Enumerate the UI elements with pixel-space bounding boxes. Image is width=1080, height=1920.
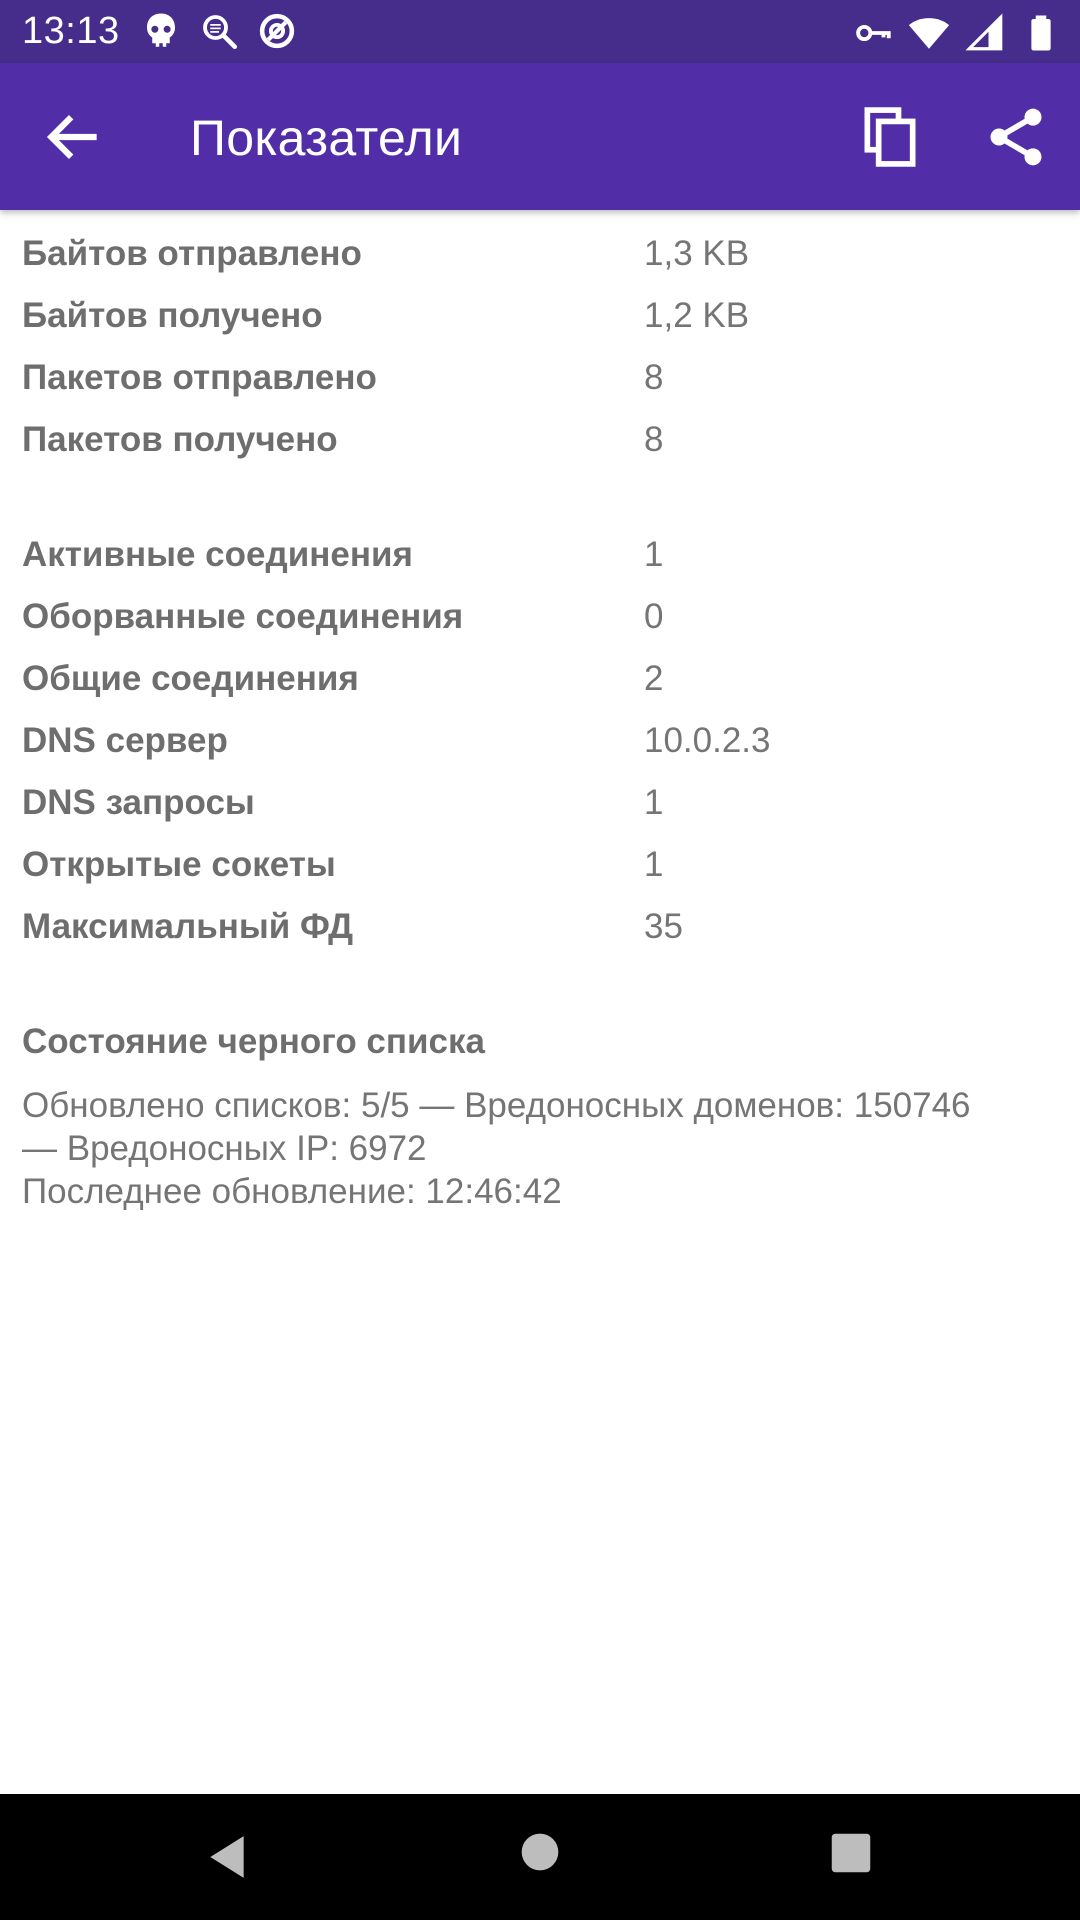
stat-value: 1 [644, 783, 664, 822]
stat-value: 1,2 KB [644, 296, 750, 335]
stat-label: Максимальный ФД [22, 907, 354, 946]
nav-home-icon[interactable] [520, 1832, 560, 1872]
status-notification-icons [140, 10, 298, 52]
stat-value: 1 [644, 845, 664, 884]
stat-row: Байтов отправлено 1,3 KB [22, 234, 1058, 296]
stat-value: 10.0.2.3 [644, 721, 771, 760]
stat-value: 1,3 KB [644, 234, 750, 273]
stat-value: 8 [644, 420, 664, 459]
stat-value: 0 [644, 597, 664, 636]
traffic-stats: Байтов отправлено 1,3 KB Байтов получено… [22, 234, 1058, 482]
stat-value: 35 [644, 907, 683, 946]
block-icon [259, 13, 295, 49]
stat-value: 2 [644, 659, 664, 698]
blacklist-line: — Вредоносных IP: 6972 [22, 1129, 427, 1168]
connection-stats: Активные соединения 1 Оборванные соедине… [22, 535, 1058, 969]
stat-label: Активные соединения [22, 535, 413, 574]
stats-content: Байтов отправлено 1,3 KB Байтов получено… [22, 234, 1058, 1213]
stat-value: 8 [644, 358, 664, 397]
nav-recents-icon[interactable] [830, 1832, 872, 1874]
stat-row: Общие соединения 2 [22, 659, 1058, 721]
stat-row: Пакетов отправлено 8 [22, 358, 1058, 420]
search-lens-icon [203, 15, 238, 50]
stat-row: Активные соединения 1 [22, 535, 1058, 597]
copy-icon[interactable] [856, 103, 924, 171]
app-bar: Показатели [0, 63, 1080, 210]
stat-row: Пакетов получено 8 [22, 420, 1058, 482]
stat-row: DNS сервер 10.0.2.3 [22, 721, 1058, 783]
stat-row: Оборванные соединения 0 [22, 597, 1058, 659]
stat-row: DNS запросы 1 [22, 783, 1058, 845]
skull-icon [147, 13, 175, 47]
navigation-bar [0, 1794, 1080, 1920]
stat-label: Общие соединения [22, 659, 359, 698]
stat-value: 1 [644, 535, 664, 574]
blacklist-last-update: Последнее обновление: 12:46:42 [22, 1172, 562, 1211]
stat-label: DNS сервер [22, 721, 228, 760]
page-title: Показатели [190, 110, 463, 166]
stat-row: Максимальный ФД 35 [22, 907, 1058, 969]
nav-back-icon[interactable] [202, 1832, 252, 1882]
blacklist-title: Состояние черного списка [22, 1022, 485, 1061]
stat-label: Пакетов получено [22, 420, 338, 459]
cell-signal-icon [965, 13, 1003, 51]
status-time: 13:13 [22, 10, 120, 52]
arrow-back-icon[interactable] [40, 103, 108, 171]
status-system-icons [852, 12, 1062, 54]
battery-icon [1031, 15, 1051, 51]
stat-label: Оборванные соединения [22, 597, 464, 636]
stat-row: Открытые сокеты 1 [22, 845, 1058, 907]
stat-label: Пакетов отправлено [22, 358, 377, 397]
stat-row: Байтов получено 1,2 KB [22, 296, 1058, 358]
stat-label: Открытые сокеты [22, 845, 336, 884]
blacklist-status: Обновлено списков: 5/5 — Вредоносных дом… [22, 1084, 1042, 1213]
stat-label: Байтов получено [22, 296, 323, 335]
status-bar: 13:13 [0, 0, 1080, 63]
blacklist-line: Обновлено списков: 5/5 — Вредоносных дом… [22, 1086, 971, 1125]
vpn-key-icon [856, 24, 891, 42]
share-icon[interactable] [982, 103, 1050, 171]
stat-label: DNS запросы [22, 783, 255, 822]
wifi-icon [908, 18, 950, 49]
stat-label: Байтов отправлено [22, 234, 362, 273]
